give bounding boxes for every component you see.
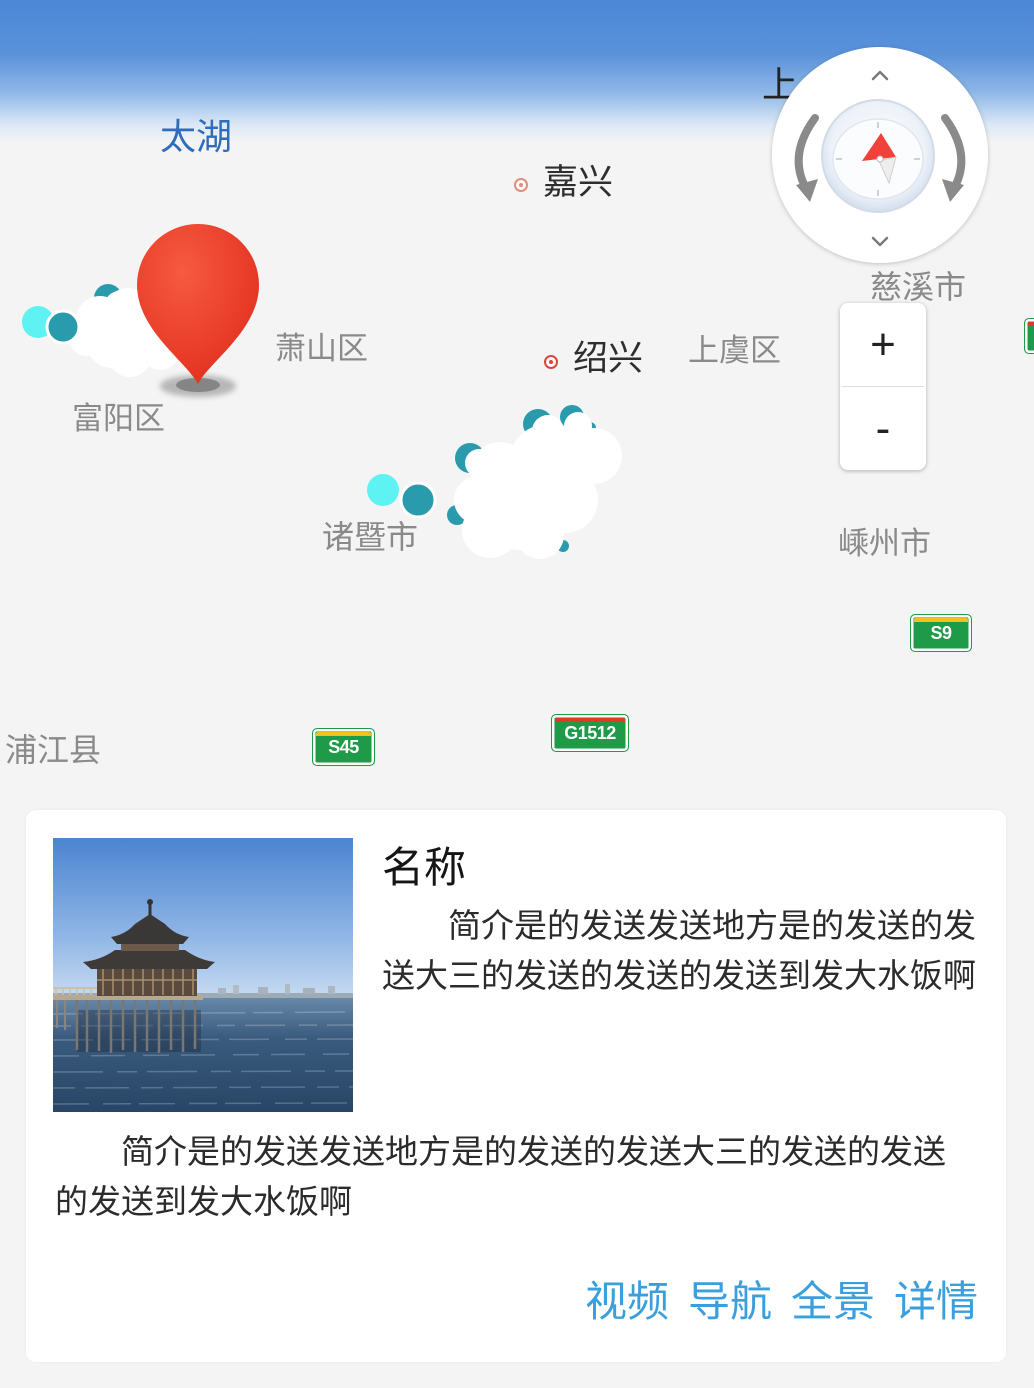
poi-title: 名称 — [382, 844, 467, 891]
dot-marker-icon[interactable] — [22, 306, 81, 345]
zoom-in-button[interactable]: + — [840, 303, 926, 386]
pin-body — [137, 224, 259, 384]
zoom-control: + - — [840, 303, 926, 470]
poi-summary: 简介是的发送发送地方是的发送的发送大三的发送的发送的发送到发大水饭啊 — [382, 907, 976, 994]
poi-info-card: 名称 简介是的发送发送地方是的发送的发送大三的发送的发送的发送到发大水饭啊 简介… — [26, 810, 1006, 1362]
compass-control[interactable] — [765, 40, 995, 270]
poi-actions: 视频 导航 全景 详情 — [585, 1277, 978, 1327]
navigate-button[interactable]: 导航 — [688, 1277, 772, 1327]
compass-icon — [821, 99, 935, 213]
cloud-icon — [447, 405, 622, 559]
details-button[interactable]: 详情 — [894, 1277, 978, 1327]
panorama-button[interactable]: 全景 — [791, 1277, 875, 1327]
map-pin-icon[interactable] — [135, 222, 265, 402]
dot-marker-icon[interactable] — [367, 474, 437, 519]
poi-photo[interactable] — [53, 838, 353, 1112]
video-button[interactable]: 视频 — [585, 1277, 669, 1327]
poi-description: 简介是的发送发送地方是的发送的发送大三的发送的发送的发送到发大水饭啊 — [55, 1133, 946, 1220]
zoom-out-button[interactable]: - — [840, 387, 926, 470]
